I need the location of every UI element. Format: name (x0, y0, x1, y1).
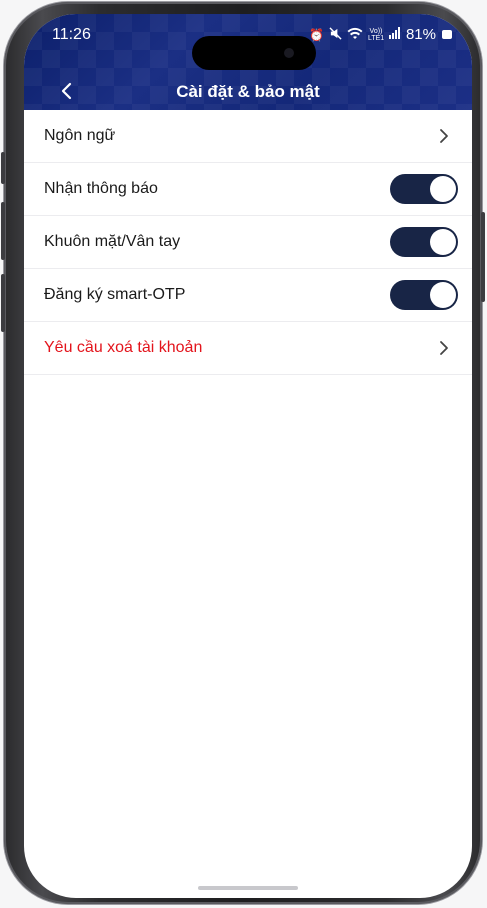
home-indicator[interactable] (198, 886, 298, 890)
toggle-knob (430, 229, 456, 255)
signal-icon (388, 27, 401, 42)
status-icons: ⏰ Vo)) LTE1 81% (309, 26, 452, 43)
biometric-toggle[interactable] (390, 227, 458, 257)
notifications-label: Nhận thông báo (44, 180, 158, 197)
alarm-icon: ⏰ (309, 27, 324, 42)
chevron-right-icon (440, 129, 448, 143)
front-camera (284, 48, 294, 58)
device-stage: 11:26 ⏰ Vo)) LTE1 81% Cài đặt & bảo mật … (0, 0, 487, 908)
phone-frame: 11:26 ⏰ Vo)) LTE1 81% Cài đặt & bảo mật … (1, 2, 485, 904)
battery-percent: 81% (405, 26, 436, 43)
delete-account-label: Yêu cầu xoá tài khoản (44, 339, 203, 356)
volte-icon: Vo)) LTE1 (367, 27, 385, 42)
toggle-knob (430, 176, 456, 202)
setting-row-language[interactable]: Ngôn ngữ (24, 110, 472, 163)
smart-otp-toggle[interactable] (390, 280, 458, 310)
power-button (481, 212, 485, 302)
wifi-icon (347, 27, 363, 43)
app-screen: 11:26 ⏰ Vo)) LTE1 81% Cài đặt & bảo mật … (24, 14, 472, 898)
settings-list: Ngôn ngữ Nhận thông báo Khuôn mặt/Vân ta… (24, 110, 472, 375)
toggle-knob (430, 282, 456, 308)
language-label: Ngôn ngữ (44, 127, 116, 144)
setting-row-notifications: Nhận thông báo (24, 163, 472, 216)
mute-icon (329, 26, 342, 43)
volume-up-button (1, 202, 5, 260)
battery-icon (442, 30, 452, 39)
setting-row-delete-account[interactable]: Yêu cầu xoá tài khoản (24, 322, 472, 375)
biometric-label: Khuôn mặt/Vân tay (44, 233, 181, 250)
page-title: Cài đặt & bảo mật (176, 82, 320, 101)
dynamic-island (192, 36, 316, 70)
app-header: 11:26 ⏰ Vo)) LTE1 81% Cài đặt & bảo mật (24, 14, 472, 110)
volume-down-button (1, 274, 5, 332)
chevron-right-icon (440, 341, 448, 355)
action-button (1, 152, 5, 184)
setting-row-smart-otp: Đăng ký smart-OTP (24, 269, 472, 322)
notifications-toggle[interactable] (390, 174, 458, 204)
status-time: 11:26 (52, 26, 91, 43)
smart-otp-label: Đăng ký smart-OTP (44, 286, 186, 303)
setting-row-biometric: Khuôn mặt/Vân tay (24, 216, 472, 269)
